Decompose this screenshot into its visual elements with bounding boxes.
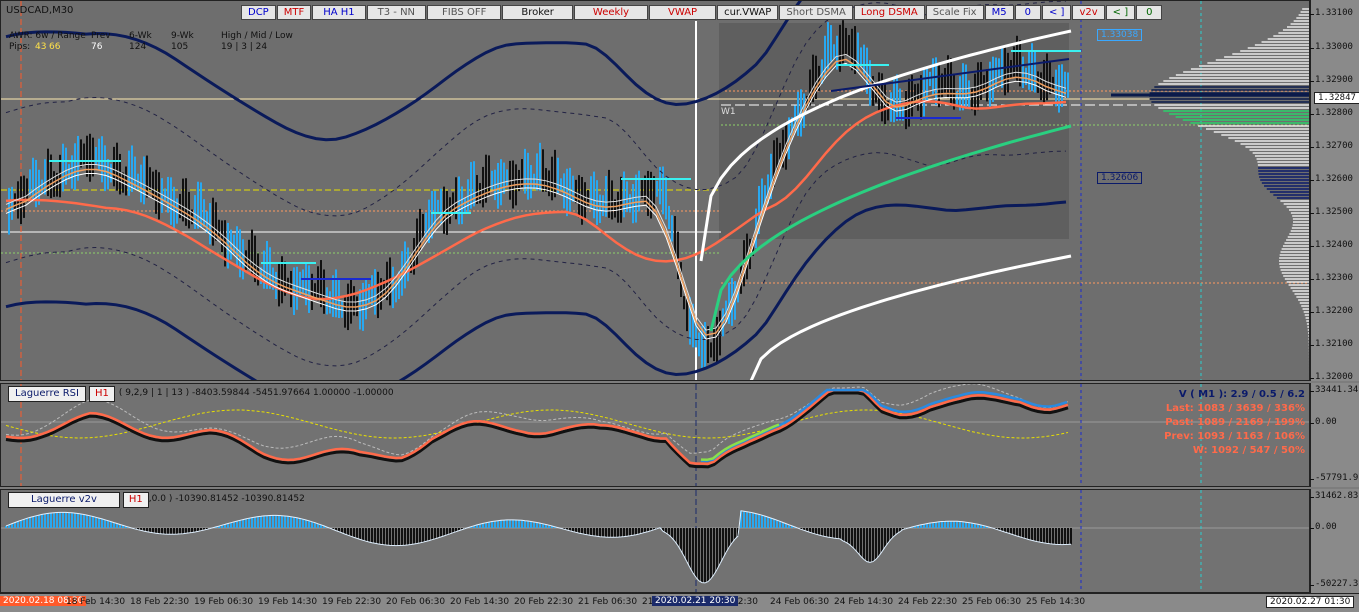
rsi-label-group: Laguerre RSI H1 ( 9,2,9 | 1 | 13 ) -8403… — [8, 386, 394, 402]
toolbar-button-weekly[interactable]: Weekly — [573, 5, 649, 20]
time-label: 19 Feb 06:30 — [194, 597, 254, 607]
time-label: 20 Feb 06:30 — [386, 597, 446, 607]
toolbar-button-fibs[interactable]: FIBS OFF — [427, 5, 502, 20]
rsi-green-line — [700, 423, 780, 462]
price-tick: 1.32800 — [1310, 108, 1353, 118]
v2v-name-label[interactable]: Laguerre v2v — [8, 492, 120, 508]
time-label: 24 Feb 14:30 — [834, 597, 894, 607]
vstat-line: Last: 1083 / 3639 / 336% — [1165, 403, 1305, 414]
price-tick: 1.33100 — [1310, 8, 1353, 18]
rsi-axis-bottom: -57791.98 — [1310, 473, 1359, 483]
laguerre-rsi-pane[interactable]: Laguerre RSI H1 ( 9,2,9 | 1 | 13 ) -8403… — [0, 383, 1310, 487]
rsi-axis: 33441.349 0.00 -57791.98 — [1310, 383, 1359, 487]
price-chart-canvas[interactable] — [1, 1, 1310, 381]
price-tick: 1.32300 — [1310, 273, 1353, 283]
toolbar-button-mtf[interactable]: MTF — [276, 5, 312, 20]
toolbar-button-cur-vwap[interactable]: cur.VWAP — [717, 5, 779, 20]
week-label: W1 — [721, 107, 736, 117]
stat-header-prev: Prev — [91, 31, 111, 41]
stat-prev-value: 76 — [91, 42, 103, 52]
rsi-axis-mid: 0.00 — [1310, 417, 1337, 427]
time-label: 24 Feb 06:30 — [770, 597, 830, 607]
v2v-axis: 31462.832 0.00 -50227.37 — [1310, 489, 1359, 593]
toolbar-button-dcp[interactable]: DCP — [241, 5, 276, 20]
price-tick: 1.33000 — [1310, 42, 1353, 52]
stat-header-9wk: 9-Wk — [171, 31, 194, 41]
v2v-params: ,0.0 ) -10390.81452 -10390.81452 — [148, 494, 305, 504]
time-label: 25 Feb 06:30 — [962, 597, 1022, 607]
time-label: 25 Feb 14:30 — [1026, 597, 1086, 607]
time-end-tag: 2020.02.27 01:30 — [1266, 596, 1355, 608]
rsi-black-line — [5, 391, 1069, 469]
stat-9wk-value: 105 — [171, 42, 189, 52]
stat-header-awr: AWR: 6w / Range — [9, 31, 86, 41]
symbol-label: USDCAD,M30 — [6, 5, 74, 16]
stat-pips-label: Pips: — [9, 42, 31, 52]
time-axis[interactable]: 2020.02.18 08:30 18 Feb 14:30 18 Feb 22:… — [0, 593, 1359, 612]
stat-awr-value: 43 — [35, 42, 47, 52]
stat-header-hml: High / Mid / Low — [221, 31, 293, 41]
vstat-line: Prev: 1093 / 1163 / 106% — [1164, 431, 1305, 442]
price-tick: 1.32600 — [1310, 174, 1353, 184]
toolbar-button-long-dsma[interactable]: Long DSMA — [853, 5, 925, 20]
toolbar-button-broker[interactable]: Broker — [502, 5, 573, 20]
upper-level-tag: 1.33038 — [1097, 29, 1143, 41]
price-tick: 1.32100 — [1310, 339, 1353, 349]
toolbar-button-back[interactable]: < ] — [1041, 5, 1072, 20]
toolbar-button-zero[interactable]: 0 — [1014, 5, 1041, 20]
v2v-signal-line — [5, 510, 1072, 584]
time-label: 18 Feb 14:30 — [66, 597, 126, 607]
stat-hml-value: 19 | 3 | 24 — [221, 42, 268, 52]
crosshair-time-tag: 2020.02.21 20:30 — [652, 596, 739, 606]
time-label: 19 Feb 22:30 — [322, 597, 382, 607]
stat-header-6wk: 6-Wk — [129, 31, 152, 41]
lower-level-tag: 1.32606 — [1097, 172, 1143, 184]
time-label: 20 Feb 14:30 — [450, 597, 510, 607]
time-label: 24 Feb 22:30 — [898, 597, 958, 607]
vstat-line: V ( M1 ): 2.9 / 0.5 / 6.2 — [1178, 389, 1305, 400]
toolbar-button-short-dsma[interactable]: Short DSMA — [779, 5, 853, 20]
rsi-name-label[interactable]: Laguerre RSI — [8, 386, 86, 402]
time-label: 18 Feb 22:30 — [130, 597, 190, 607]
stat-range-value: 66 — [49, 42, 61, 52]
current-price-tag: 1.32847 — [1314, 92, 1359, 104]
vstat-line: Past: 1089 / 2169 / 199% — [1165, 417, 1305, 428]
v2v-axis-mid: 0.00 — [1310, 522, 1337, 532]
price-tick: 1.32500 — [1310, 207, 1353, 217]
toolbar-button-m5[interactable]: M5 — [984, 5, 1014, 20]
rsi-axis-top: 33441.349 — [1310, 385, 1359, 395]
price-tick: 1.32000 — [1310, 372, 1353, 382]
rsi-params: ( 9,2,9 | 1 | 13 ) -8403.59844 -5451.976… — [118, 388, 394, 398]
toolbar-button-back-green[interactable]: < ] — [1105, 5, 1136, 20]
toolbar-button-scale-fix[interactable]: Scale Fix — [925, 5, 984, 20]
time-label: 21 Feb 06:30 — [578, 597, 638, 607]
v2v-axis-bottom: -50227.37 — [1310, 579, 1359, 589]
price-tick: 1.32400 — [1310, 240, 1353, 250]
price-tick: 1.32900 — [1310, 75, 1353, 85]
toolbar-button-ha-h1[interactable]: HA H1 — [312, 5, 366, 20]
awr-stats-panel: AWR: 6w / Range Prev 6-Wk 9-Wk High / Mi… — [9, 31, 293, 53]
indicator-toolbar: DCP MTF HA H1 T3 - NN FIBS OFF Broker We… — [241, 5, 1163, 21]
price-tick: 1.32200 — [1310, 306, 1353, 316]
price-tick: 1.32700 — [1310, 141, 1353, 151]
toolbar-button-zero-green[interactable]: 0 — [1136, 5, 1163, 20]
time-label: 19 Feb 14:30 — [258, 597, 318, 607]
v2v-axis-top: 31462.832 — [1310, 491, 1359, 501]
price-chart-pane[interactable]: USDCAD,M30 DCP MTF HA H1 T3 - NN FIBS OF… — [0, 0, 1310, 381]
v2v-timeframe-label[interactable]: H1 — [122, 492, 149, 508]
toolbar-button-vwap[interactable]: VWAP — [649, 5, 717, 20]
price-axis[interactable]: 1.33100 1.33000 1.32900 1.32800 1.32700 … — [1310, 0, 1359, 382]
laguerre-v2v-pane[interactable]: Laguerre v2v H1 ,0.0 ) -10390.81452 -103… — [0, 489, 1310, 593]
trading-terminal: USDCAD,M30 DCP MTF HA H1 T3 - NN FIBS OF… — [0, 0, 1359, 612]
stat-6wk-value: 124 — [129, 42, 147, 52]
vstat-line: W: 1092 / 547 / 50% — [1192, 445, 1305, 456]
time-label: 20 Feb 22:30 — [514, 597, 574, 607]
v2v-label-group: Laguerre v2v H1 ,0.0 ) -10390.81452 -103… — [8, 492, 305, 508]
volume-stats-panel: V ( M1 ): 2.9 / 0.5 / 6.2 Last: 1083 / 3… — [1164, 388, 1305, 458]
toolbar-button-v2v[interactable]: v2v — [1072, 5, 1105, 20]
rsi-timeframe-label[interactable]: H1 — [88, 386, 115, 402]
toolbar-button-t3[interactable]: T3 - NN — [366, 5, 427, 20]
